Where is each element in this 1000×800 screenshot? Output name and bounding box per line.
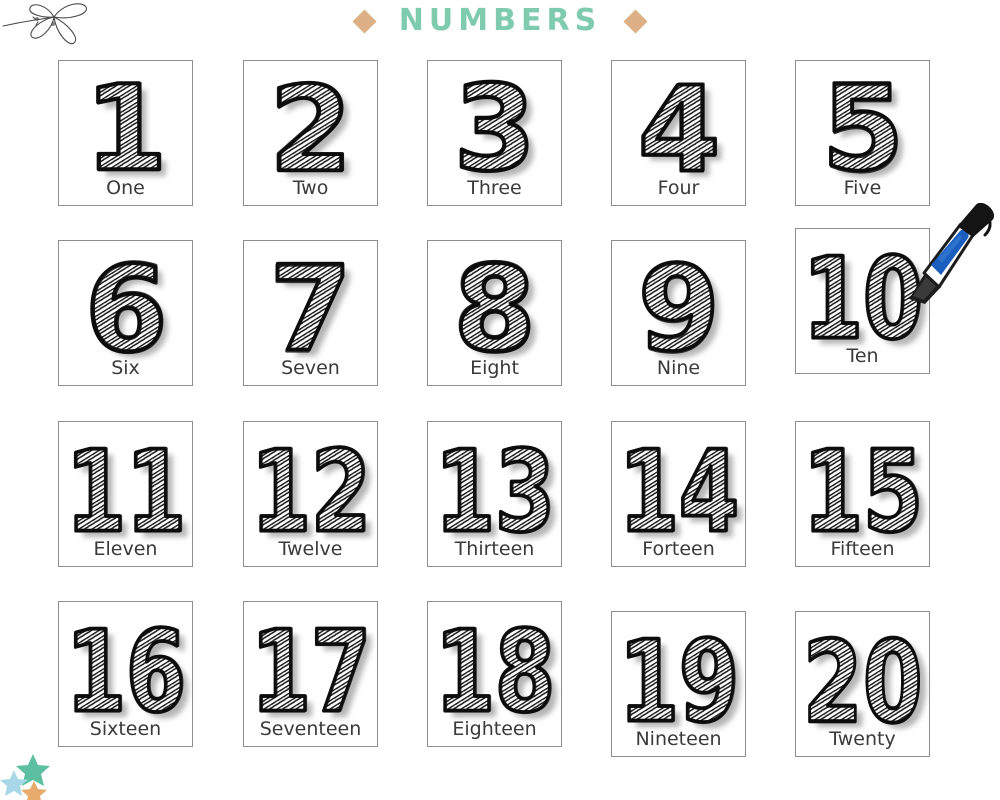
- svg-text:4: 4: [638, 61, 720, 199]
- svg-text:5: 5: [822, 59, 904, 197]
- sketch-number-3: 333333: [432, 57, 557, 204]
- number-card[interactable]: 2 2 2 2 2 2 Two: [243, 58, 378, 206]
- number-card[interactable]: 19 19 19 19 19 19 Nineteen: [611, 611, 746, 757]
- svg-text:8: 8: [454, 241, 536, 379]
- svg-text:14: 14: [618, 427, 738, 557]
- number-card[interactable]: 17 17 17 17 17 17 Seventeen: [243, 601, 378, 747]
- sketch-number-10: 10 10 10 10 10 10: [800, 229, 929, 371]
- number-card[interactable]: 18 18 18 18 18 18 Eighteen: [427, 601, 562, 747]
- svg-text:20: 20: [802, 618, 922, 748]
- svg-text:2: 2: [270, 60, 352, 198]
- svg-text:18: 18: [434, 607, 554, 737]
- svg-text:16: 16: [65, 607, 185, 737]
- number-card[interactable]: 8 8 8 8 8 8 Eight: [427, 237, 562, 386]
- number-card[interactable]: 6 6 6 6 6 6 Six: [58, 238, 193, 386]
- sketch-number-12: 12 12 12 12 12 12: [248, 422, 377, 564]
- sketch-number-15: 15 15 15 15 15 15: [800, 422, 929, 564]
- number-card-grid: 1 1 1 1 1 1 One 2 2 2 2 2 2 Two 3 3 3 3 3 3 Three 4 4 4 4 4 4 Four 5…: [0, 0, 1000, 800]
- number-card[interactable]: 3 3 3 3 3 3 Three: [427, 57, 562, 206]
- number-card[interactable]: 5 5 5 5 5 5 Five: [795, 57, 930, 206]
- svg-text:15: 15: [802, 427, 922, 557]
- number-card[interactable]: 14 14 14 14 14 14 Forteen: [611, 421, 746, 567]
- sketch-number-13: 13 13 13 13 13 13: [432, 422, 561, 564]
- svg-text:1: 1: [85, 59, 167, 197]
- number-card[interactable]: 4 4 4 4 4 4 Four: [611, 58, 746, 206]
- number-card[interactable]: 13 13 13 13 13 13 Thirteen: [427, 421, 562, 567]
- number-card[interactable]: 1 1 1 1 1 1 One: [58, 57, 193, 206]
- svg-text:19: 19: [618, 617, 738, 747]
- sketch-number-14: 14 14 14 14 14 14: [616, 422, 745, 564]
- sketch-number-8: 888888: [432, 237, 557, 384]
- sketch-number-6: 666666: [63, 238, 188, 384]
- svg-text:9: 9: [638, 239, 720, 377]
- number-card[interactable]: 11 11 11 11 11 11 Eleven: [58, 421, 193, 567]
- svg-text:6: 6: [85, 240, 167, 378]
- svg-text:7: 7: [270, 240, 352, 378]
- svg-text:3: 3: [454, 60, 536, 198]
- number-card[interactable]: 10 10 10 10 10 10 Ten: [795, 228, 930, 374]
- sketch-number-16: 16 16 16 16 16 16: [63, 602, 192, 744]
- number-card[interactable]: 15 15 15 15 15 15 Fifteen: [795, 421, 930, 567]
- svg-text:10: 10: [802, 234, 922, 364]
- number-card[interactable]: 7 7 7 7 7 7 Seven: [243, 237, 378, 386]
- number-card[interactable]: 12 12 12 12 12 12 Twelve: [243, 421, 378, 567]
- sketch-number-7: 777777: [248, 237, 373, 384]
- sketch-number-1: 111111: [63, 57, 188, 204]
- sketch-number-11: 11 11 11 11 11 11: [63, 422, 192, 564]
- sketch-number-17: 17 17 17 17 17 17: [248, 602, 377, 744]
- sketch-number-2: 222222: [248, 58, 373, 204]
- sketch-number-4: 444444: [616, 58, 741, 204]
- svg-text:12: 12: [250, 427, 370, 557]
- star-cluster-decoration: [0, 754, 50, 800]
- sketch-number-18: 18 18 18 18 18 18: [432, 602, 561, 744]
- svg-text:11: 11: [65, 427, 185, 557]
- number-card[interactable]: 20 20 20 20 20 20 Twenty: [795, 611, 930, 757]
- sketch-number-9: 999999: [616, 238, 741, 384]
- svg-text:13: 13: [434, 427, 554, 557]
- sketch-number-19: 19 19 19 19 19 19: [616, 612, 745, 754]
- sketch-number-20: 20 20 20 20 20 20: [800, 612, 929, 754]
- number-card[interactable]: 16 16 16 16 16 16 Sixteen: [58, 601, 193, 747]
- sketch-number-5: 555555: [800, 57, 925, 204]
- svg-text:17: 17: [250, 607, 370, 737]
- number-card[interactable]: 9 9 9 9 9 9 Nine: [611, 238, 746, 386]
